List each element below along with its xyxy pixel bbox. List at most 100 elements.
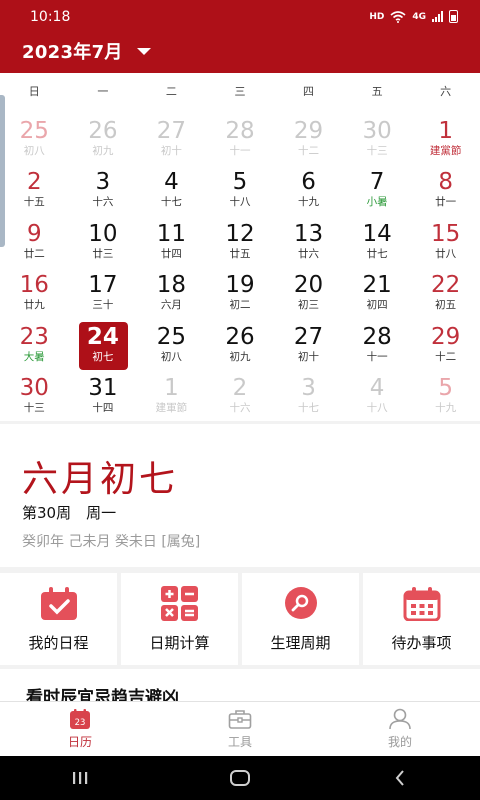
day-cell[interactable]: 1 建軍節 bbox=[137, 373, 206, 424]
day-cell[interactable]: 4 十八 bbox=[343, 373, 412, 424]
nav-calendar[interactable]: 23 日历 bbox=[0, 702, 160, 756]
day-cell[interactable]: 21 初四 bbox=[343, 270, 412, 321]
nav-profile[interactable]: 我的 bbox=[320, 702, 480, 756]
day-cell[interactable]: 26 初九 bbox=[206, 322, 275, 373]
day-number: 26 bbox=[88, 118, 118, 144]
day-number: 10 bbox=[88, 220, 118, 247]
tool-todo[interactable]: 待办事项 bbox=[363, 573, 480, 665]
lunar-label: 十六 bbox=[229, 401, 251, 414]
day-number: 25 bbox=[19, 118, 49, 144]
day-cell[interactable]: 2 十五 bbox=[0, 167, 69, 218]
day-cell-selected[interactable]: 24 初七 bbox=[69, 321, 138, 373]
day-cell[interactable]: 3 十六 bbox=[69, 167, 138, 218]
home-icon bbox=[230, 770, 250, 786]
calendar-icon-badge: 23 bbox=[75, 718, 86, 728]
day-cell[interactable]: 27 初十 bbox=[137, 116, 206, 167]
day-cell[interactable]: 30 十三 bbox=[0, 373, 69, 424]
auspicious-hours-card[interactable]: 看时辰宜忌趋吉避凶 bbox=[0, 669, 480, 701]
lunar-label: 廿八 bbox=[435, 247, 457, 260]
day-cell[interactable]: 18 六月 bbox=[137, 270, 206, 321]
nav-tools[interactable]: 工具 bbox=[160, 702, 320, 756]
day-number: 9 bbox=[26, 220, 42, 247]
day-number: 5 bbox=[232, 169, 248, 196]
month-calendar: 日 一 二 三 四 五 六 25 初八 26 初九 27 初十 28 十一 29 十二 30 十三 1 建… bbox=[0, 73, 480, 421]
day-cell[interactable]: 15 廿八 bbox=[411, 219, 480, 270]
back-button[interactable] bbox=[380, 763, 420, 793]
lunar-label: 六月 bbox=[160, 299, 182, 312]
day-cell[interactable]: 27 初十 bbox=[274, 322, 343, 373]
day-cell[interactable]: 16 廿九 bbox=[0, 270, 69, 321]
day-number: 21 bbox=[362, 272, 392, 299]
day-cell[interactable]: 20 初三 bbox=[274, 270, 343, 321]
lunar-label: 十二 bbox=[298, 145, 320, 157]
person-icon bbox=[388, 708, 412, 730]
day-cell[interactable]: 29 十二 bbox=[274, 116, 343, 167]
day-number: 14 bbox=[362, 220, 392, 247]
tool-label: 我的日程 bbox=[28, 634, 89, 652]
day-cell[interactable]: 9 廿二 bbox=[0, 219, 69, 270]
day-cell[interactable]: 28 十一 bbox=[343, 322, 412, 373]
day-cell[interactable]: 5 十九 bbox=[411, 373, 480, 424]
chevron-down-icon bbox=[136, 47, 151, 55]
tool-label: 生理周期 bbox=[270, 634, 331, 652]
lunar-label: 初七 bbox=[92, 350, 114, 363]
day-cell[interactable]: 5 十八 bbox=[206, 167, 275, 218]
day-cell[interactable]: 6 十九 bbox=[274, 167, 343, 218]
day-number: 26 bbox=[225, 323, 255, 350]
day-number: 28 bbox=[362, 323, 392, 350]
day-cell[interactable]: 23 大暑 bbox=[0, 322, 69, 373]
week-info: 第30周 周一 bbox=[22, 504, 117, 522]
bottom-navigation: 23 日历 工具 我的 bbox=[0, 701, 480, 756]
day-number: 19 bbox=[225, 272, 255, 299]
lunar-label: 十三 bbox=[366, 145, 388, 157]
month-selector[interactable]: 2023年7月 bbox=[22, 38, 151, 64]
battery-icon bbox=[449, 10, 458, 23]
day-cell[interactable]: 28 十一 bbox=[206, 116, 275, 167]
day-cell[interactable]: 8 廿一 bbox=[411, 167, 480, 218]
tool-date-calculator[interactable]: 日期计算 bbox=[121, 573, 238, 665]
day-cell[interactable]: 25 初八 bbox=[0, 116, 69, 167]
day-number: 31 bbox=[88, 374, 118, 401]
home-button[interactable] bbox=[220, 763, 260, 793]
lunar-label: 大暑 bbox=[23, 350, 45, 363]
day-number: 2 bbox=[232, 374, 248, 401]
day-cell[interactable]: 14 廿七 bbox=[343, 219, 412, 270]
day-cell[interactable]: 19 初二 bbox=[206, 270, 275, 321]
day-cell[interactable]: 17 三十 bbox=[69, 270, 138, 321]
day-cell[interactable]: 10 廿三 bbox=[69, 219, 138, 270]
lunar-label: 十六 bbox=[92, 196, 114, 209]
tool-label: 日期计算 bbox=[149, 634, 210, 652]
day-number: 4 bbox=[369, 374, 385, 401]
day-cell[interactable]: 31 十四 bbox=[69, 373, 138, 424]
day-cell[interactable]: 26 初九 bbox=[69, 116, 138, 167]
recent-apps-button[interactable] bbox=[60, 763, 100, 793]
day-number: 3 bbox=[301, 374, 316, 401]
lunar-label: 初九 bbox=[92, 145, 114, 157]
day-cell[interactable]: 30 十三 bbox=[343, 116, 412, 167]
day-cell[interactable]: 3 十七 bbox=[274, 373, 343, 424]
day-number: 27 bbox=[293, 323, 324, 350]
lunar-label: 十九 bbox=[435, 401, 457, 414]
day-cell[interactable]: 29 十二 bbox=[411, 322, 480, 373]
day-cell[interactable]: 11 廿四 bbox=[137, 219, 206, 270]
day-number: 20 bbox=[293, 272, 324, 299]
drawer-handle[interactable] bbox=[0, 95, 5, 247]
lunar-label: 十七 bbox=[160, 196, 182, 209]
calendar-check-icon bbox=[39, 587, 79, 621]
day-cell[interactable]: 13 廿六 bbox=[274, 219, 343, 270]
hd-indicator: HD bbox=[369, 11, 385, 22]
weekday-label: 六 bbox=[440, 85, 452, 98]
day-cell[interactable]: 4 十七 bbox=[137, 167, 206, 218]
tool-my-schedule[interactable]: 我的日程 bbox=[0, 573, 117, 665]
lunar-label: 十五 bbox=[23, 196, 45, 209]
day-cell[interactable]: 1 建黨節 bbox=[411, 116, 480, 167]
day-cell[interactable]: 22 初五 bbox=[411, 270, 480, 321]
day-cell[interactable]: 12 廿五 bbox=[206, 219, 275, 270]
day-cell[interactable]: 2 十六 bbox=[206, 373, 275, 424]
day-number: 24 bbox=[86, 323, 119, 350]
calendar-grid-icon bbox=[402, 587, 442, 621]
day-cell[interactable]: 7 小暑 bbox=[343, 167, 412, 218]
lunar-label: 建黨節 bbox=[429, 145, 462, 157]
day-cell[interactable]: 25 初八 bbox=[137, 322, 206, 373]
tool-menstrual-cycle[interactable]: 生理周期 bbox=[242, 573, 359, 665]
